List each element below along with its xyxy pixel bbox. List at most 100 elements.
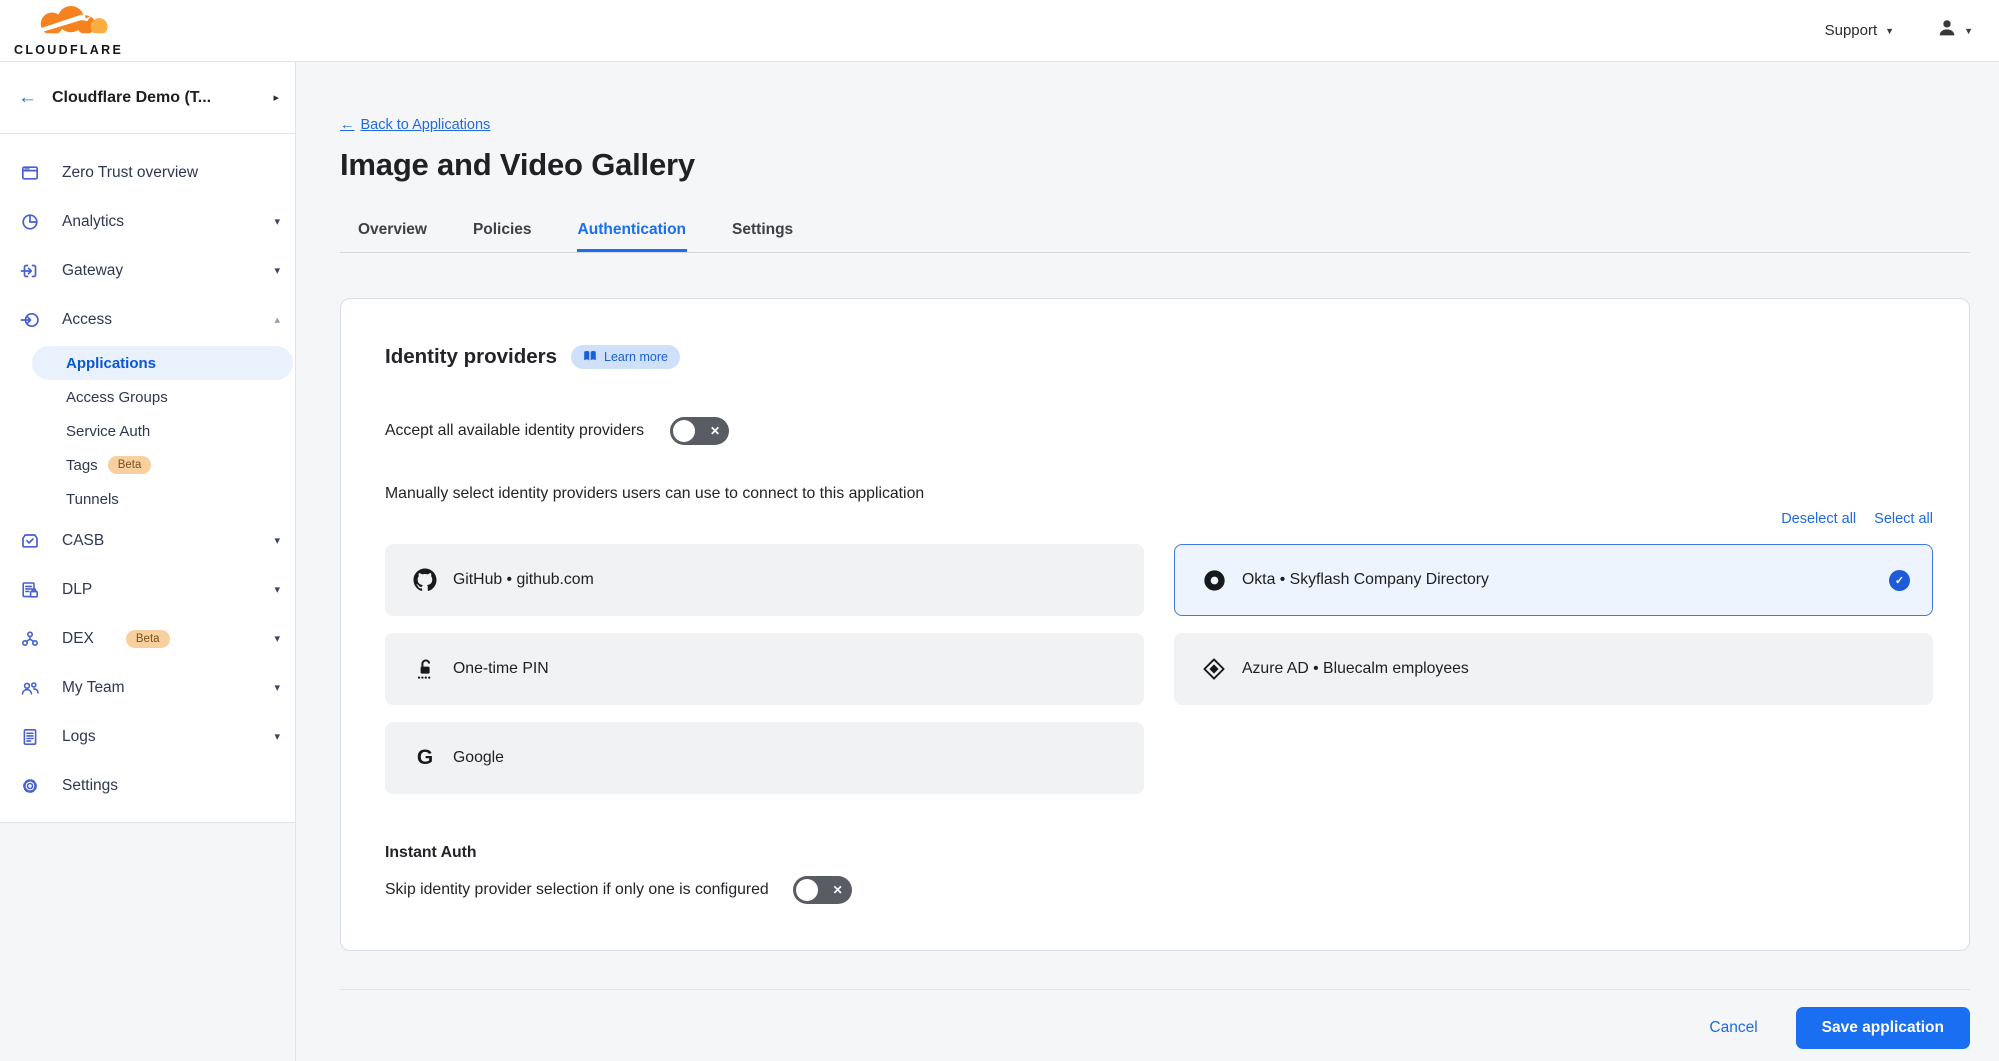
sidebar-item-tunnels[interactable]: Tunnels [0, 482, 295, 516]
tab-overview[interactable]: Overview [357, 211, 428, 252]
caret-up-icon: ▴ [274, 313, 280, 326]
sidebar-item-access-groups[interactable]: Access Groups [0, 380, 295, 414]
google-icon: G [412, 745, 438, 771]
sidebar-item-dlp[interactable]: DLP ▾ [0, 565, 295, 614]
sidebar-item-casb[interactable]: CASB ▾ [0, 516, 295, 565]
azure-ad-icon [1201, 656, 1227, 682]
logs-icon [20, 727, 40, 747]
access-icon [20, 310, 40, 330]
cloudflare-wordmark: CLOUDFLARE [14, 43, 123, 57]
book-icon [583, 349, 597, 366]
dex-icon [20, 629, 40, 649]
sidebar-item-label: Tunnels [66, 491, 119, 508]
learn-more-badge[interactable]: Learn more [571, 345, 680, 369]
provider-tile-one-time-pin[interactable]: One-time PIN [385, 633, 1144, 705]
page-title: Image and Video Gallery [340, 147, 1970, 183]
instant-auth-heading: Instant Auth [385, 844, 1933, 862]
caret-down-icon: ▼ [1885, 26, 1894, 36]
provider-tile-azure-ad[interactable]: Azure AD • Bluecalm employees [1174, 633, 1933, 705]
select-all-link[interactable]: Select all [1874, 511, 1933, 527]
sidebar-header: ← Cloudflare Demo (T... ▸ [0, 62, 295, 134]
gateway-icon [20, 261, 40, 281]
sidebar-item-label: Gateway [62, 262, 123, 280]
caret-down-icon: ▾ [274, 632, 280, 645]
topbar: CLOUDFLARE Support ▼ ▼ [0, 0, 1999, 62]
sidebar-item-label: Analytics [62, 213, 124, 231]
tab-bar: Overview Policies Authentication Setting… [340, 211, 1970, 253]
sidebar-item-settings[interactable]: Settings [0, 761, 295, 810]
support-label: Support [1825, 22, 1878, 39]
dlp-icon [20, 580, 40, 600]
sidebar-item-service-auth[interactable]: Service Auth [0, 414, 295, 448]
sidebar-item-label: Settings [62, 777, 118, 795]
sidebar-item-access[interactable]: Access ▴ [0, 295, 295, 344]
deselect-all-link[interactable]: Deselect all [1781, 511, 1856, 527]
support-menu[interactable]: Support ▼ [1825, 22, 1894, 39]
sidebar-item-analytics[interactable]: Analytics ▾ [0, 197, 295, 246]
window-icon [20, 163, 40, 183]
selected-check-icon: ✓ [1889, 570, 1910, 591]
back-arrow-icon[interactable]: ← [18, 87, 37, 109]
cloudflare-logo[interactable]: CLOUDFLARE [14, 5, 123, 57]
sidebar-item-gateway[interactable]: Gateway ▾ [0, 246, 295, 295]
caret-down-icon: ▾ [274, 583, 280, 596]
sidebar-spacer [0, 823, 295, 1061]
casb-icon [20, 531, 40, 551]
save-application-button[interactable]: Save application [1796, 1007, 1970, 1049]
sidebar-item-label: Access [62, 311, 112, 329]
provider-label: GitHub • github.com [453, 571, 594, 589]
beta-badge: Beta [108, 456, 152, 474]
sidebar-item-applications[interactable]: Applications [32, 346, 293, 380]
toggle-knob [796, 879, 818, 901]
provider-label: One-time PIN [453, 660, 549, 678]
provider-tile-github[interactable]: GitHub • github.com [385, 544, 1144, 616]
caret-down-icon: ▾ [274, 730, 280, 743]
instant-auth-label: Skip identity provider selection if only… [385, 881, 769, 899]
accept-all-label: Accept all available identity providers [385, 422, 644, 440]
tab-authentication[interactable]: Authentication [577, 211, 688, 252]
user-avatar-icon [1936, 17, 1958, 44]
one-time-pin-icon [412, 656, 438, 682]
caret-down-icon: ▾ [274, 681, 280, 694]
gear-icon [20, 776, 40, 796]
identity-provider-grid: GitHub • github.com Okta • Skyflash Comp… [385, 544, 1933, 794]
sidebar-item-label: DEX [62, 630, 94, 648]
access-submenu: Applications Access Groups Service Auth … [0, 346, 295, 516]
user-menu[interactable]: ▼ [1936, 17, 1973, 44]
sidebar-item-dex[interactable]: DEX Beta ▾ [0, 614, 295, 663]
beta-badge: Beta [126, 630, 170, 648]
sidebar-item-label: CASB [62, 532, 104, 550]
team-icon [20, 678, 40, 698]
back-link-label: Back to Applications [361, 117, 491, 133]
sidebar-item-label: Zero Trust overview [62, 164, 198, 182]
cancel-button[interactable]: Cancel [1709, 1019, 1757, 1037]
tab-policies[interactable]: Policies [472, 211, 533, 252]
instant-auth-toggle[interactable]: ✕ [793, 876, 852, 904]
provider-tile-google[interactable]: G Google [385, 722, 1144, 794]
chevron-right-icon[interactable]: ▸ [273, 91, 279, 104]
tab-settings[interactable]: Settings [731, 211, 794, 252]
accept-all-toggle[interactable]: ✕ [670, 417, 729, 445]
provider-label: Azure AD • Bluecalm employees [1242, 660, 1469, 678]
sidebar-item-my-team[interactable]: My Team ▾ [0, 663, 295, 712]
caret-down-icon: ▾ [274, 264, 280, 277]
sidebar-item-logs[interactable]: Logs ▾ [0, 712, 295, 761]
github-icon [412, 567, 438, 593]
caret-down-icon: ▾ [274, 215, 280, 228]
sidebar-item-label: Service Auth [66, 423, 150, 440]
sidebar-item-label: Access Groups [66, 389, 168, 406]
sidebar-item-label: My Team [62, 679, 125, 697]
account-name[interactable]: Cloudflare Demo (T... [52, 89, 258, 107]
cloudflare-cloud-icon [21, 5, 117, 42]
page-footer: Cancel Save application [340, 989, 1970, 1049]
analytics-icon [20, 212, 40, 232]
sidebar-item-zero-trust-overview[interactable]: Zero Trust overview [0, 148, 295, 197]
sidebar-nav: Zero Trust overview Analytics ▾ [0, 134, 295, 822]
card-heading: Identity providers [385, 345, 557, 369]
back-to-applications-link[interactable]: ← Back to Applications [340, 117, 490, 133]
provider-tile-okta[interactable]: Okta • Skyflash Company Directory ✓ [1174, 544, 1933, 616]
sidebar-item-tags[interactable]: Tags Beta [0, 448, 295, 482]
provider-label: Google [453, 749, 504, 767]
provider-label: Okta • Skyflash Company Directory [1242, 571, 1489, 589]
sidebar: ← Cloudflare Demo (T... ▸ Zero Trust ove… [0, 62, 296, 1061]
